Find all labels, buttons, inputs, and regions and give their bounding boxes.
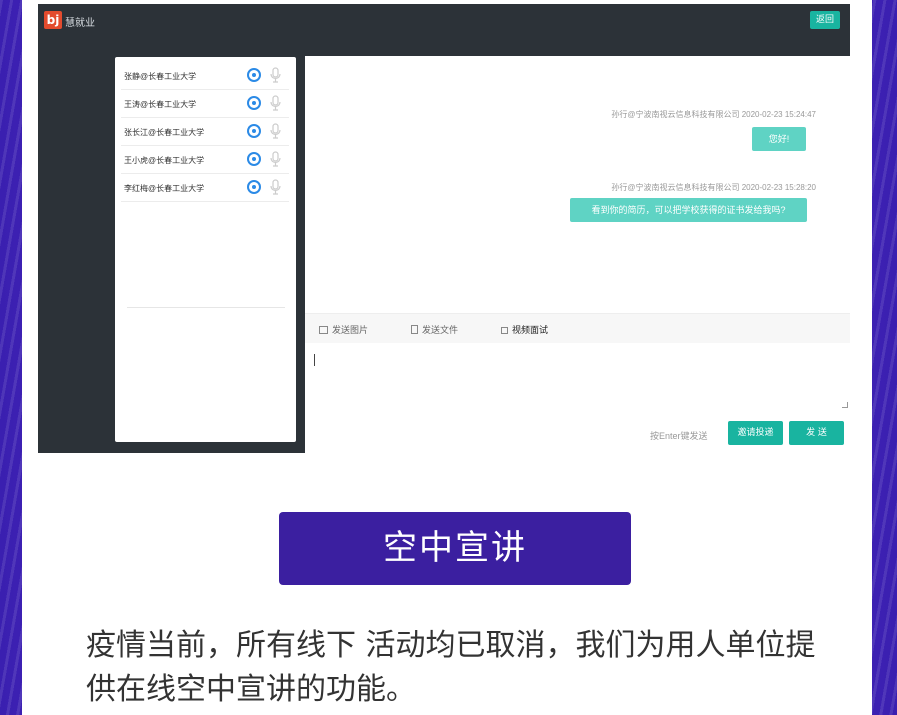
video-icon	[501, 327, 508, 334]
contact-item[interactable]: 王小虎@长春工业大学	[121, 146, 289, 174]
microphone-icon[interactable]	[269, 95, 282, 111]
message-bubble: 您好!	[752, 127, 806, 151]
microphone-icon[interactable]	[269, 67, 282, 83]
top-bar: bj 慧就业 返回	[38, 4, 850, 40]
description-text: 疫情当前，所有线下 活动均已取消，我们为用人单位提供在线空中宣讲的功能。	[86, 628, 816, 707]
send-image-label: 发送图片	[332, 325, 369, 335]
resize-handle-icon[interactable]	[842, 402, 848, 408]
image-icon	[319, 326, 328, 334]
banner-title: 空中宣讲	[279, 512, 631, 585]
contact-item[interactable]: 张长江@长春工业大学	[121, 118, 289, 146]
contact-list: 张静@长春工业大学 王涛@长春工业大学 张长江@长春工业大学 王小虎@长春工业大…	[115, 57, 296, 442]
video-call-icon[interactable]	[247, 68, 261, 82]
divider	[127, 307, 285, 308]
video-interview-label: 视频面试	[512, 325, 549, 335]
message-bubble: 看到你的简历，可以把学校获得的证书发给我吗?	[570, 198, 807, 222]
contact-name: 李红梅@长春工业大学	[124, 184, 205, 193]
send-file-label: 发送文件	[422, 325, 459, 335]
send-hint: 按Enter键发送	[650, 431, 708, 441]
contact-item[interactable]: 张静@长春工业大学	[121, 62, 289, 90]
video-interview-button[interactable]: 视频面试	[501, 323, 548, 336]
send-file-button[interactable]: 发送文件	[411, 323, 458, 336]
microphone-icon[interactable]	[269, 123, 282, 139]
video-call-icon[interactable]	[247, 96, 261, 110]
app-window: bj 慧就业 返回 张静@长春工业大学 王涛@长春工业大学 张长江@长春工业大学…	[38, 4, 850, 453]
content-card: bj 慧就业 返回 张静@长春工业大学 王涛@长春工业大学 张长江@长春工业大学…	[22, 0, 872, 715]
microphone-icon[interactable]	[269, 179, 282, 195]
send-image-button[interactable]: 发送图片	[319, 323, 368, 336]
file-icon	[411, 325, 418, 334]
app-title: 慧就业	[65, 18, 95, 29]
contact-item[interactable]: 王涛@长春工业大学	[121, 90, 289, 118]
app-logo: bj	[44, 11, 62, 29]
invite-button[interactable]: 邀请投递	[728, 421, 783, 445]
video-call-icon[interactable]	[247, 180, 261, 194]
video-call-icon[interactable]	[247, 124, 261, 138]
microphone-icon[interactable]	[269, 151, 282, 167]
contact-name: 张长江@长春工业大学	[124, 128, 205, 137]
contact-name: 王涛@长春工业大学	[124, 100, 197, 109]
chat-toolbar: 发送图片 发送文件 视频面试	[305, 313, 850, 343]
video-call-icon[interactable]	[247, 152, 261, 166]
contact-name: 张静@长春工业大学	[124, 72, 197, 81]
text-caret	[314, 354, 315, 366]
message-input[interactable]	[305, 344, 850, 410]
contact-name: 王小虎@长春工业大学	[124, 156, 205, 165]
back-button[interactable]: 返回	[810, 11, 840, 29]
message-meta: 孙行@宁波南视云信息科技有限公司 2020-02-23 15:24:47	[611, 110, 816, 119]
message-meta: 孙行@宁波南视云信息科技有限公司 2020-02-23 15:28:20	[611, 183, 816, 192]
contact-item[interactable]: 李红梅@长春工业大学	[121, 174, 289, 202]
chat-panel: 孙行@宁波南视云信息科技有限公司 2020-02-23 15:24:47 您好!…	[305, 56, 850, 453]
send-button[interactable]: 发 送	[789, 421, 844, 445]
